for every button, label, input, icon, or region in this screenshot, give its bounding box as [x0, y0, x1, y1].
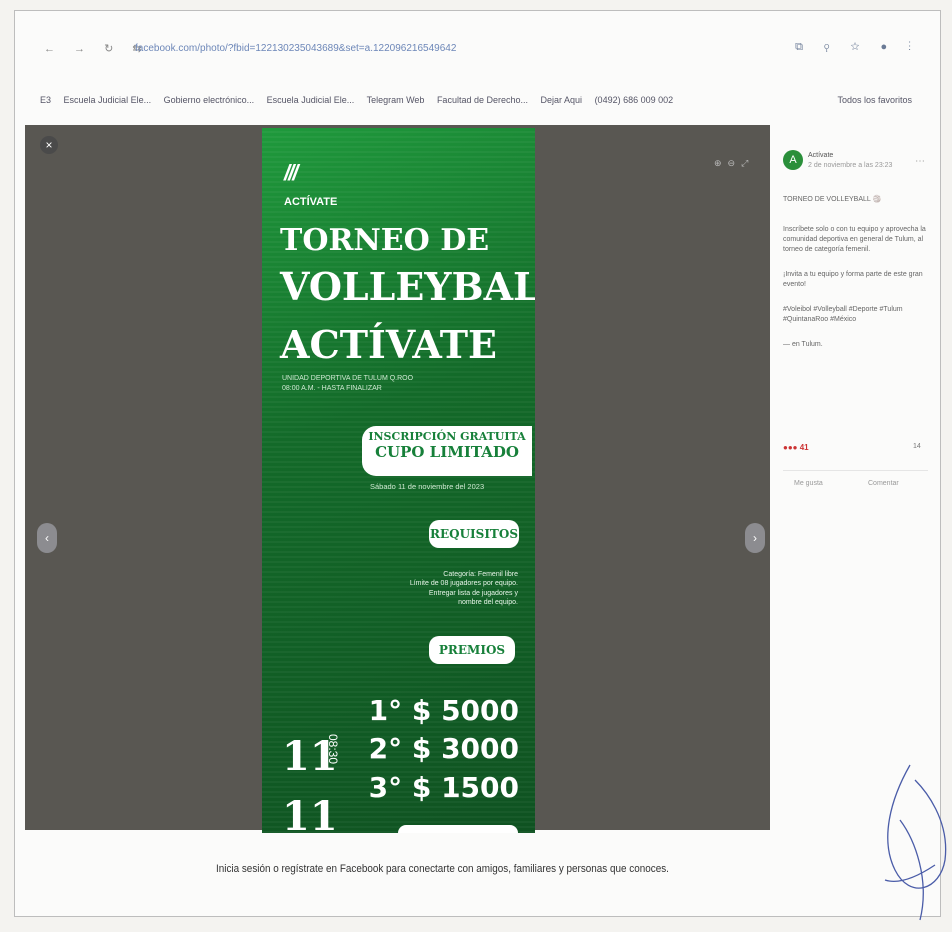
event-hour: 08:30 [326, 734, 340, 765]
poster-title-line2: VOLLEYBALL [280, 264, 535, 309]
registration-line2: CUPO LIMITADO [375, 443, 519, 462]
like-button[interactable]: Me gusta [794, 480, 823, 487]
prize-second: 2° $ 3000 [368, 732, 519, 765]
bottom-badge [398, 825, 518, 833]
handwritten-signature [884, 764, 947, 921]
post-text: TORNEO DE VOLLEYBALL 🏐 [783, 196, 882, 203]
post-location[interactable]: — en Tulum. [783, 340, 928, 350]
toolbar-icons[interactable]: ⧉ ⚲ ☆ ● ⋮ [795, 41, 920, 54]
bookmark-item[interactable]: Dejar Aqui [541, 95, 583, 105]
bookmarks-bar: E3 Escuela Judicial Ele... Gobierno elec… [40, 95, 930, 113]
brand-logo-text: ACTÍVATE [284, 196, 338, 208]
bookmark-item[interactable]: Telegram Web [367, 95, 425, 105]
zoom-icons[interactable]: ⊕⊖⤢ [714, 158, 754, 169]
prizes-badge: PREMIOS [429, 636, 515, 664]
requirement-item: nombre del equipo. [458, 599, 518, 607]
requirements-list: Categoría: Femenil libre Límite de 08 ju… [370, 570, 518, 608]
post-side-panel: A Actívate 2 de noviembre a las 23:23 ⋯ … [778, 140, 933, 520]
registration-line1: INSCRIPCIÓN GRATUITA [368, 430, 526, 443]
login-prompt: Inicia sesión o regístrate en Facebook p… [216, 863, 669, 875]
registration-badge: INSCRIPCIÓN GRATUITA CUPO LIMITADO [362, 426, 532, 476]
requirements-badge: REQUISITOS [429, 520, 519, 548]
more-options-icon[interactable]: ⋯ [915, 156, 925, 167]
tournament-poster: /// ACTÍVATE TORNEO DE VOLLEYBALL ACTÍVA… [262, 128, 535, 833]
all-bookmarks-button[interactable]: Todos los favoritos [837, 95, 912, 105]
previous-arrow-icon[interactable]: ‹ [37, 523, 57, 553]
next-arrow-icon[interactable]: › [745, 523, 765, 553]
poster-subtitle: UNIDAD DEPORTIVA DE TULUM Q.ROO 08:00 A.… [282, 374, 413, 394]
event-month: 11 [282, 793, 338, 833]
close-icon[interactable]: × [40, 136, 58, 154]
post-text: ¡Invita a tu equipo y forma parte de est… [783, 271, 923, 289]
prize-third: 3° $ 1500 [368, 771, 519, 804]
post-date[interactable]: 2 de noviembre a las 23:23 [808, 162, 892, 169]
venue-text: UNIDAD DEPORTIVA DE TULUM Q.ROO [282, 375, 414, 382]
reactions-number: 41 [799, 443, 809, 452]
post-author[interactable]: Actívate [808, 152, 833, 159]
requirement-item: Entregar lista de jugadores y [428, 589, 518, 597]
divider [783, 470, 928, 471]
bookmark-item[interactable]: (0492) 686 009 002 [595, 95, 674, 105]
event-date: Sábado 11 de noviembre del 2023 [370, 482, 485, 491]
poster-title-line1: TORNEO DE [280, 223, 490, 258]
address-bar: ← → ↻ ⇆ facebook.com/photo/?fbid=1221302… [30, 40, 930, 60]
prize-first: 1° $ 5000 [368, 694, 519, 727]
time-text: 08:00 A.M. - HASTA FINALIZAR [282, 384, 382, 392]
poster-title-line3: ACTÍVATE [280, 322, 497, 367]
requirement-item: Categoría: Femenil libre [443, 571, 518, 578]
brand-logo-icon: /// [284, 160, 298, 185]
bookmark-item[interactable]: Gobierno electrónico... [164, 95, 255, 105]
reactions-count[interactable]: ●●● 41 [783, 443, 809, 452]
navigation-icons[interactable]: ← → ↻ ⇆ [44, 42, 150, 55]
bookmark-item[interactable]: Escuela Judicial Ele... [267, 95, 355, 105]
bookmark-item[interactable]: Facultad de Derecho... [437, 95, 528, 105]
bookmark-item[interactable]: E3 [40, 95, 51, 105]
avatar[interactable]: A [783, 150, 803, 170]
comment-button[interactable]: Comentar [868, 480, 899, 487]
shares-count[interactable]: 14 [913, 443, 921, 450]
url-field[interactable]: facebook.com/photo/?fbid=122130235043689… [135, 43, 456, 54]
post-text: Inscríbete solo o con tu equipo y aprove… [783, 226, 926, 254]
post-hashtags[interactable]: #Voleibol #Volleyball #Deporte #Tulum #Q… [783, 305, 928, 325]
requirement-item: Límite de 08 jugadores por equipo. [409, 580, 518, 588]
bookmark-item[interactable]: Escuela Judicial Ele... [64, 95, 152, 105]
